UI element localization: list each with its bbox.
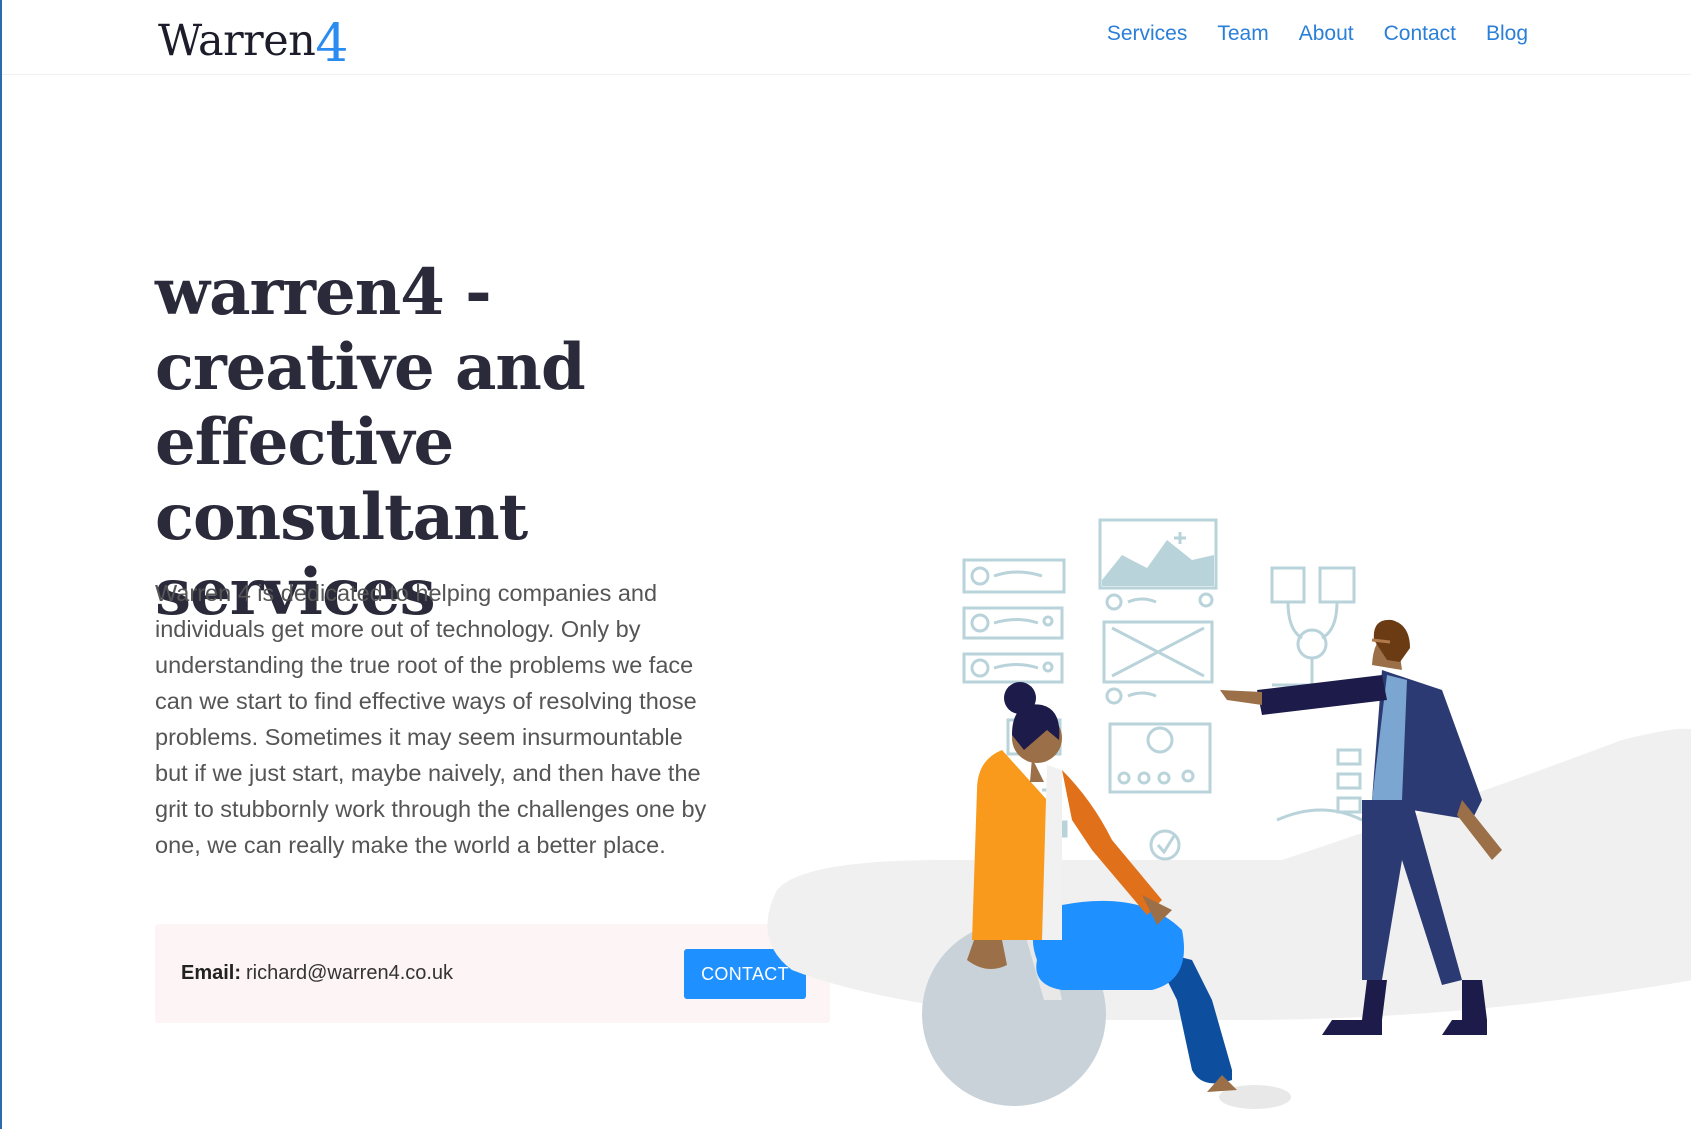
site-logo[interactable]: Warren4 [158,8,348,74]
hero-illustration [767,518,1691,1109]
nav-link-services[interactable]: Services [1107,22,1188,46]
background-blob [767,728,1691,1020]
nav-link-about[interactable]: About [1299,22,1354,46]
page: Warren4 Services Team About Contact Blog… [0,0,1691,1129]
hero-headline: warren4 - creative and effective consult… [155,255,586,630]
email-address[interactable]: richard@warren4.co.uk [246,962,453,985]
contact-box: Email: richard@warren4.co.uk CONTACT [155,924,830,1023]
nav-link-contact[interactable]: Contact [1384,22,1456,46]
logo-text: Warren [158,16,316,66]
hero-description: Warren 4 is dedicated to helping compani… [155,580,707,858]
email-label: Email: [181,962,242,984]
nav-link-team[interactable]: Team [1217,22,1268,46]
site-header: Warren4 Services Team About Contact Blog [2,0,1691,75]
main-nav: Services Team About Contact Blog [1107,22,1528,46]
logo-number: 4 [315,14,348,74]
nav-link-blog[interactable]: Blog [1486,22,1528,46]
